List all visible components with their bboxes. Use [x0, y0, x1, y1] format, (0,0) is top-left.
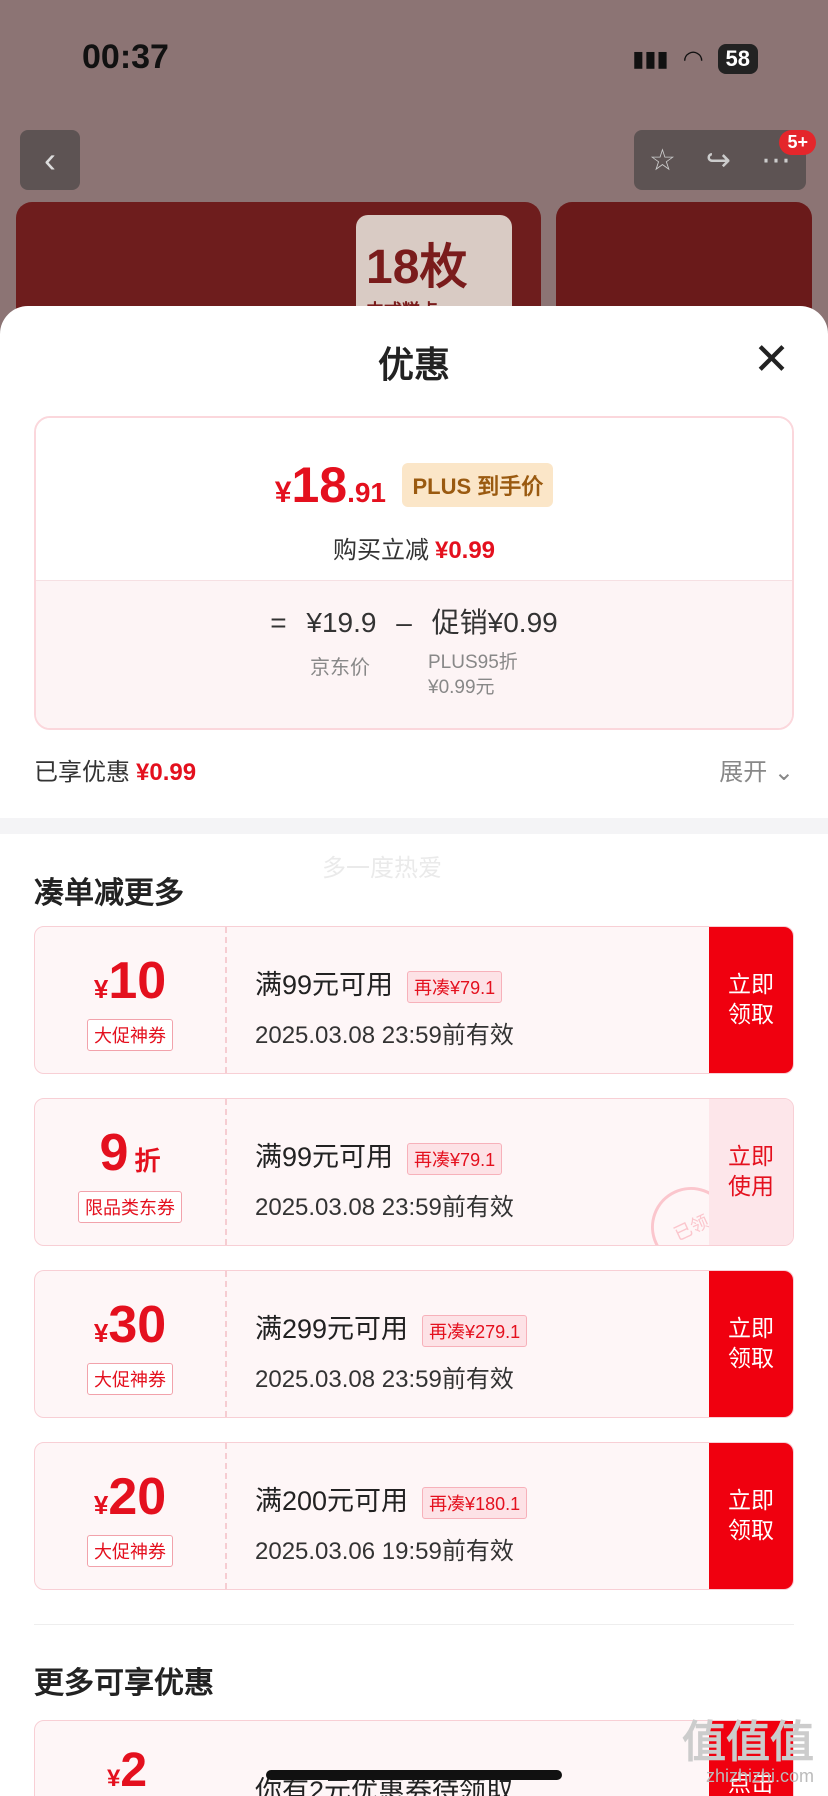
- battery-icon: 58: [717, 44, 758, 74]
- coupon-condition: 满299元可用: [255, 1314, 409, 1344]
- coupon-value: ¥20: [93, 1468, 167, 1526]
- coupon-condition: 满99元可用: [255, 1142, 394, 1172]
- coupon-date: 2025.03.06 19:59前有效: [255, 1537, 514, 1565]
- coupon-value: ¥30: [93, 1296, 167, 1354]
- price-formula: = ¥19.9 – 促销¥0.99: [270, 607, 558, 638]
- coupon-date: 2025.03.08 23:59前有效: [255, 1365, 514, 1393]
- section-title-combine: 凑单减更多: [34, 877, 184, 910]
- enjoyed-discount: 已享优惠 ¥0.99: [34, 759, 197, 786]
- chevron-down-icon: ⌄: [773, 759, 794, 786]
- instant-reduce: 购买立减 ¥0.99: [332, 537, 496, 564]
- coupon-date: 2025.03.08 23:59前有效: [255, 1021, 514, 1049]
- section-title-more: 更多可享优惠: [34, 1667, 214, 1700]
- status-time: 00:37: [82, 38, 169, 76]
- coupon-more: 再凑¥79.1: [407, 970, 503, 1003]
- chevron-left-icon: ‹: [44, 139, 56, 180]
- coupon-type: 大促神券: [87, 1363, 173, 1395]
- coupon-card: ¥30 大促神券 满299元可用 再凑¥279.1 2025.03.08 23:5…: [34, 1270, 794, 1418]
- coupon-value: 9折: [99, 1124, 161, 1182]
- plus-price-tag: PLUS 到手价: [402, 463, 554, 507]
- coupon-more: 再凑¥279.1: [422, 1314, 528, 1347]
- coupon-date: 2025.03.08 23:59前有效: [255, 1193, 514, 1221]
- claim-button[interactable]: 立即领取: [709, 1271, 793, 1417]
- coupon-card: 9折 限品类东券 满99元可用 再凑¥79.1 2025.03.08 23:59前…: [34, 1098, 794, 1246]
- coupon-card: ¥10 大促神券 满99元可用 再凑¥79.1 2025.03.08 23:59前…: [34, 926, 794, 1074]
- status-bar: 00:37 ▮▮▮ ◠ 58: [0, 38, 828, 84]
- wifi-icon: ◠: [682, 45, 704, 73]
- coupon-type: 大促神券: [87, 1019, 173, 1051]
- home-indicator: [266, 1770, 562, 1780]
- use-button[interactable]: 立即使用: [709, 1099, 793, 1245]
- section-gap: [0, 818, 828, 834]
- base-price-label: 京东价: [310, 657, 370, 679]
- banner-big-text: 18枚: [366, 241, 468, 294]
- star-icon[interactable]: ☆: [649, 143, 676, 178]
- site-watermark: 值值值: [682, 1718, 814, 1767]
- share-icon[interactable]: ↪: [706, 143, 731, 178]
- coupon-type: 大促神券: [87, 1535, 173, 1567]
- discount-sheet: 优惠 ✕ ¥18.91 PLUS 到手价 购买立减 ¥0.99 = ¥19.9 –…: [0, 306, 828, 1796]
- more-coupon-card: ¥2 你有2元优惠券待领取 点击: [34, 1720, 794, 1796]
- notification-badge: 5+: [779, 130, 816, 155]
- coupon-type: 限品类东券: [78, 1191, 182, 1223]
- site-url: zhizhizhi.com: [705, 1766, 814, 1786]
- coupon-more: 再凑¥180.1: [422, 1486, 528, 1519]
- final-price: ¥18.91: [274, 457, 386, 513]
- back-button[interactable]: ‹: [20, 130, 80, 190]
- watermark: 多一度热爱: [322, 855, 442, 882]
- signal-icon: ▮▮▮: [632, 46, 669, 71]
- sheet-title: 优惠: [377, 344, 450, 385]
- coupon-value: ¥10: [93, 952, 167, 1010]
- claim-button[interactable]: 立即领取: [709, 1443, 793, 1589]
- coupon-more: 再凑¥79.1: [407, 1142, 503, 1175]
- more-coupon-value: ¥2: [107, 1744, 148, 1796]
- coupon-condition: 满200元可用: [255, 1486, 409, 1516]
- divider: [34, 1624, 794, 1625]
- close-icon[interactable]: ✕: [753, 338, 790, 382]
- expand-button[interactable]: 展开 ⌄: [719, 752, 794, 787]
- coupon-card: ¥20 大促神券 满200元可用 再凑¥180.1 2025.03.06 19:5…: [34, 1442, 794, 1590]
- price-card: ¥18.91 PLUS 到手价 购买立减 ¥0.99 = ¥19.9 – 促销¥0…: [34, 416, 794, 730]
- coupon-condition: 满99元可用: [255, 970, 394, 1000]
- promo-detail: PLUS95折 ¥0.99元: [428, 652, 518, 698]
- claim-button[interactable]: 立即领取: [709, 927, 793, 1073]
